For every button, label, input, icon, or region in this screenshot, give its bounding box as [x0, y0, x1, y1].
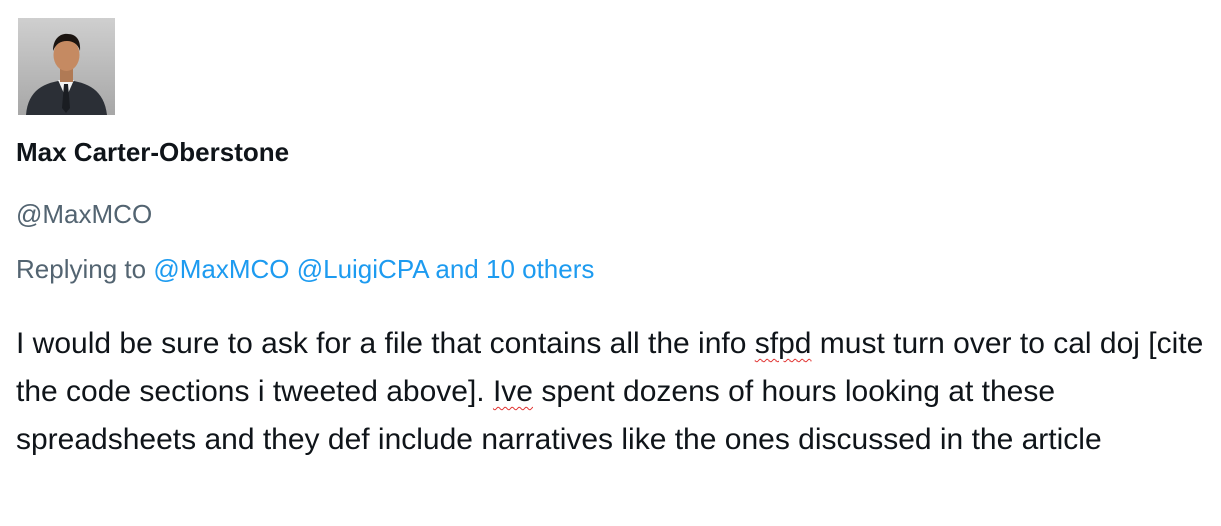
- tweet-text: I would be sure to ask for a file that c…: [16, 320, 1216, 464]
- tweet-text-segment: I would be sure to ask for a file that c…: [16, 327, 755, 360]
- mention-link-luigicpa[interactable]: @LuigiCPA: [297, 254, 428, 284]
- misspelled-word: Ive: [492, 375, 533, 408]
- author-handle[interactable]: @MaxMCO: [16, 199, 152, 230]
- misspelled-word: sfpd: [754, 327, 812, 360]
- profile-photo: [18, 18, 115, 115]
- avatar[interactable]: [18, 18, 115, 115]
- replying-to-label: Replying to: [16, 254, 147, 284]
- author-display-name[interactable]: Max Carter-Oberstone: [16, 137, 289, 168]
- replying-to-line: Replying to @MaxMCO @LuigiCPA and 10 oth…: [16, 254, 594, 285]
- others-link[interactable]: and 10 others: [435, 254, 594, 284]
- mention-link-maxmco[interactable]: @MaxMCO: [153, 254, 289, 284]
